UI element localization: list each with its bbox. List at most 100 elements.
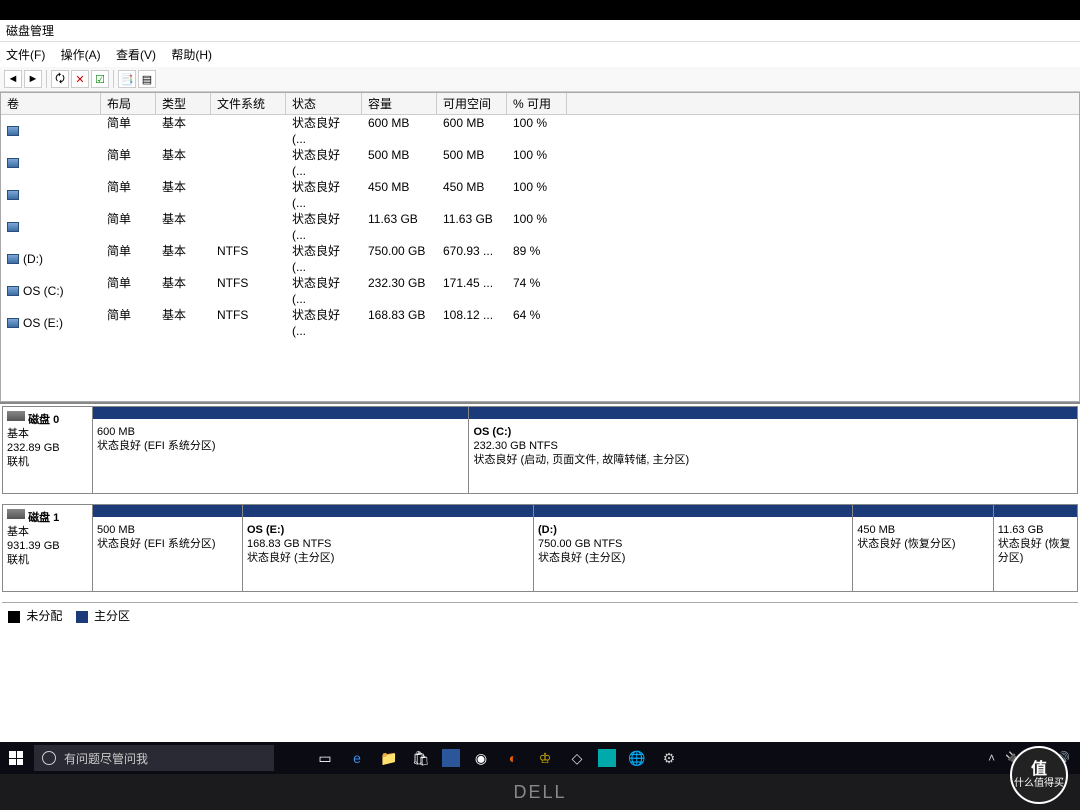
partition-stripe (534, 505, 852, 517)
partition-size: 500 MB (97, 524, 135, 536)
volume-row[interactable]: (D:)简单基本NTFS状态良好 (...750.00 GB670.93 ...… (1, 243, 1079, 275)
cancel-icon[interactable]: ✕ (71, 70, 89, 88)
firefox-icon[interactable]: ◐ (502, 747, 524, 769)
settings-icon[interactable]: ⚙ (658, 747, 680, 769)
col-volume[interactable]: 卷 (1, 93, 101, 114)
col-layout[interactable]: 布局 (101, 93, 156, 114)
app-icon-2[interactable]: ♔ (534, 747, 556, 769)
app-icon-4[interactable]: 🌐 (626, 747, 648, 769)
cell-free: 500 MB (437, 147, 507, 179)
tray-expand-icon[interactable]: ˄ (988, 751, 995, 765)
volume-row[interactable]: 简单基本状态良好 (...500 MB500 MB100 % (1, 147, 1079, 179)
partition[interactable]: 11.63 GB状态良好 (恢复分区) (994, 505, 1077, 591)
volume-icon (7, 158, 19, 168)
volume-row[interactable]: 简单基本状态良好 (...450 MB450 MB100 % (1, 179, 1079, 211)
col-capacity[interactable]: 容量 (362, 93, 437, 114)
disk-icon (7, 509, 25, 519)
partition[interactable]: OS (E:)168.83 GB NTFS状态良好 (主分区) (243, 505, 534, 591)
check-icon[interactable]: ☑ (91, 70, 109, 88)
volume-row[interactable]: 简单基本状态良好 (...600 MB600 MB100 % (1, 115, 1079, 147)
disk-label[interactable]: 磁盘 1基本931.39 GB联机 (3, 505, 93, 591)
partition[interactable]: 500 MB状态良好 (EFI 系统分区) (93, 505, 243, 591)
disk-size: 232.89 GB (7, 442, 60, 454)
cell-status: 状态良好 (... (286, 307, 362, 339)
file-explorer-icon[interactable]: 📁 (378, 747, 400, 769)
menu-view[interactable]: 查看(V) (110, 44, 162, 65)
disk-type: 基本 (7, 526, 29, 538)
smzdm-watermark: 值 什么值得买 (1010, 746, 1068, 804)
chrome-icon[interactable]: ◉ (470, 747, 492, 769)
legend-primary-swatch (76, 611, 88, 623)
toolbar: ◄ ► 🗘 ✕ ☑ 📑 ▤ (0, 67, 1080, 92)
cell-fs (211, 147, 286, 179)
col-fs[interactable]: 文件系统 (211, 93, 286, 114)
partition-size: 750.00 GB NTFS (538, 538, 622, 550)
cell-fs: NTFS (211, 275, 286, 307)
cell-pct: 100 % (507, 147, 567, 179)
cell-pct: 74 % (507, 275, 567, 307)
col-status[interactable]: 状态 (286, 93, 362, 114)
volume-icon (7, 254, 19, 264)
cell-pct: 100 % (507, 211, 567, 243)
partition[interactable]: OS (C:)232.30 GB NTFS状态良好 (启动, 页面文件, 故障转… (469, 407, 1077, 493)
refresh-icon[interactable]: 🗘 (51, 70, 69, 88)
partition[interactable]: 600 MB状态良好 (EFI 系统分区) (93, 407, 469, 493)
cell-capacity: 168.83 GB (362, 307, 437, 339)
edge-icon[interactable]: e (346, 747, 368, 769)
list-icon[interactable]: ▤ (138, 70, 156, 88)
col-type[interactable]: 类型 (156, 93, 211, 114)
cell-type: 基本 (156, 243, 211, 275)
task-view-icon[interactable]: ▭ (314, 747, 336, 769)
app-icon-1[interactable] (442, 749, 460, 767)
menu-action[interactable]: 操作(A) (55, 44, 107, 65)
cell-status: 状态良好 (... (286, 115, 362, 147)
partition-stripe (994, 505, 1077, 517)
cell-pct: 100 % (507, 179, 567, 211)
cell-free: 171.45 ... (437, 275, 507, 307)
cell-type: 基本 (156, 179, 211, 211)
volume-row[interactable]: OS (C:)简单基本NTFS状态良好 (...232.30 GB171.45 … (1, 275, 1079, 307)
partition[interactable]: (D:)750.00 GB NTFS状态良好 (主分区) (534, 505, 853, 591)
volume-row[interactable]: 简单基本状态良好 (...11.63 GB11.63 GB100 % (1, 211, 1079, 243)
cell-capacity: 500 MB (362, 147, 437, 179)
cell-free: 11.63 GB (437, 211, 507, 243)
cell-fs: NTFS (211, 243, 286, 275)
cell-fs (211, 115, 286, 147)
cell-status: 状态良好 (... (286, 243, 362, 275)
back-icon[interactable]: ◄ (4, 70, 22, 88)
partition-size: 600 MB (97, 426, 135, 438)
volume-list-header: 卷 布局 类型 文件系统 状态 容量 可用空间 % 可用 (1, 93, 1079, 115)
volume-list[interactable]: 卷 布局 类型 文件系统 状态 容量 可用空间 % 可用 简单基本状态良好 (.… (0, 92, 1080, 402)
window-title: 磁盘管理 (0, 20, 1080, 42)
partition-size: 450 MB (857, 524, 895, 536)
cell-pct: 89 % (507, 243, 567, 275)
cell-layout: 简单 (101, 115, 156, 147)
cell-pct: 100 % (507, 115, 567, 147)
col-percent[interactable]: % 可用 (507, 93, 567, 114)
partition-title: OS (C:) (473, 426, 511, 438)
partition[interactable]: 450 MB状态良好 (恢复分区) (853, 505, 994, 591)
cell-capacity: 232.30 GB (362, 275, 437, 307)
cortana-search[interactable]: 有问题尽管问我 (34, 745, 274, 771)
col-free[interactable]: 可用空间 (437, 93, 507, 114)
properties-icon[interactable]: 📑 (118, 70, 136, 88)
watermark-text: 什么值得买 (1014, 778, 1064, 789)
start-button[interactable] (0, 742, 32, 774)
partition-stripe (93, 505, 242, 517)
partition-stripe (853, 505, 993, 517)
app-icon-3[interactable] (598, 749, 616, 767)
cell-layout: 简单 (101, 211, 156, 243)
foobar-icon[interactable]: ◇ (566, 747, 588, 769)
volume-row[interactable]: OS (E:)简单基本NTFS状态良好 (...168.83 GB108.12 … (1, 307, 1079, 339)
menu-file[interactable]: 文件(F) (0, 44, 51, 65)
volume-icon (7, 318, 19, 328)
volume-name: (D:) (23, 251, 43, 267)
store-icon[interactable]: 🛍 (410, 747, 432, 769)
menu-help[interactable]: 帮助(H) (165, 44, 218, 65)
disk-management-window: 磁盘管理 文件(F) 操作(A) 查看(V) 帮助(H) ◄ ► 🗘 ✕ ☑ 📑… (0, 20, 1080, 750)
disk-label[interactable]: 磁盘 0基本232.89 GB联机 (3, 407, 93, 493)
disk-status: 联机 (7, 456, 29, 468)
cell-free: 670.93 ... (437, 243, 507, 275)
forward-icon[interactable]: ► (24, 70, 42, 88)
disk-icon (7, 411, 25, 421)
